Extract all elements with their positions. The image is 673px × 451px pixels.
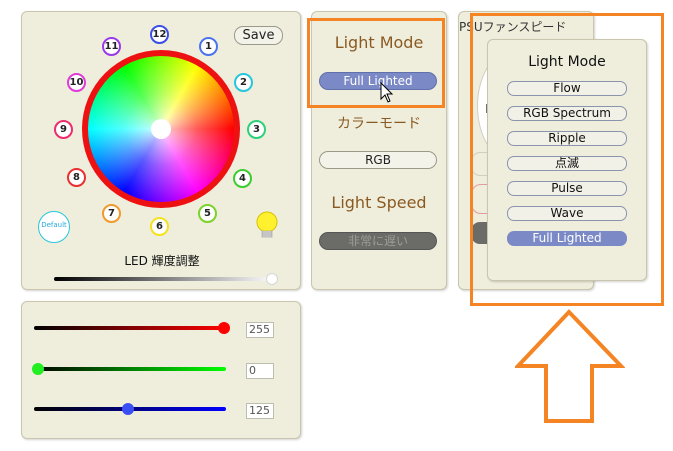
popup-item-ripple[interactable]: Ripple [507,131,627,146]
red-slider-knob[interactable] [218,322,230,334]
popup-item-rgb-spectrum[interactable]: RGB Spectrum [507,106,627,121]
popup-item-full-lighted[interactable]: Full Lighted [507,231,627,246]
color-wheel[interactable] [82,50,240,208]
annotation-highlight-box [307,18,445,108]
save-button[interactable]: Save [234,26,283,45]
green-slider-knob[interactable] [32,363,44,375]
preset-button-11[interactable]: 11 [102,37,121,56]
light-speed-select[interactable]: 非常に遅い [319,232,437,250]
preset-button-2[interactable]: 2 [234,73,253,92]
popup-item-blink[interactable]: 点滅 [507,156,627,171]
green-slider[interactable] [34,367,226,371]
wheel-center-handle[interactable] [151,119,171,139]
blue-value-field[interactable]: 125 [246,403,274,419]
light-speed-title: Light Speed [331,193,427,212]
preset-button-10[interactable]: 10 [67,73,86,92]
preset-button-8[interactable]: 8 [67,168,86,187]
blue-slider-knob[interactable] [122,403,134,415]
brightness-slider[interactable] [54,277,276,281]
popup-item-pulse[interactable]: Pulse [507,181,627,196]
color-panel: Save 1 2 3 4 5 6 7 8 9 10 11 12 Default … [21,11,301,290]
popup-item-wave[interactable]: Wave [507,206,627,221]
red-value-field[interactable]: 255 [246,322,274,338]
popup-title: Light Mode [528,54,606,70]
green-value-field[interactable]: 0 [246,363,274,379]
preset-button-12[interactable]: 12 [150,25,169,44]
brightness-label: LED 輝度調整 [124,254,200,268]
default-label: Default [41,221,67,229]
preset-button-6[interactable]: 6 [150,217,169,236]
color-mode-select[interactable]: RGB [319,151,437,169]
rgb-panel: 255 0 125 [21,301,301,439]
color-mode-title: カラーモード [337,116,421,132]
preset-button-4[interactable]: 4 [233,169,252,188]
preset-button-5[interactable]: 5 [198,204,217,223]
preset-button-3[interactable]: 3 [247,120,266,139]
bulb-icon[interactable] [255,211,279,241]
popup-item-flow[interactable]: Flow [507,81,627,96]
preset-button-9[interactable]: 9 [54,120,73,139]
default-button[interactable]: Default [38,211,70,243]
preset-button-1[interactable]: 1 [199,37,218,56]
light-mode-popup: Light Mode Flow RGB Spectrum Ripple 点滅 P… [487,39,647,281]
brightness-slider-knob[interactable] [266,273,278,285]
red-slider[interactable] [34,326,226,330]
preset-button-7[interactable]: 7 [102,204,121,223]
annotation-arrow-icon [515,309,625,423]
